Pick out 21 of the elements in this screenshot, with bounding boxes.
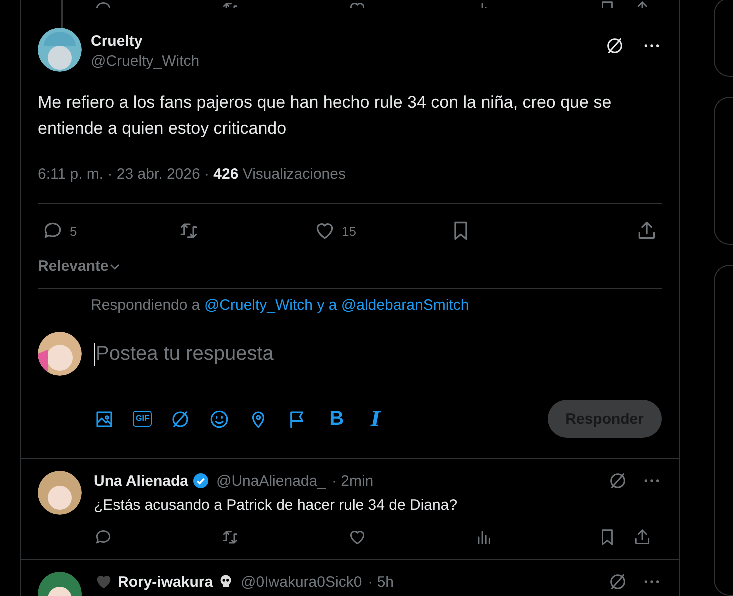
- user-handle[interactable]: @Cruelty_Witch: [91, 53, 596, 70]
- replying-to-text: Respondiendo a @Cruelty_Witch y a @aldebaranSmitch: [91, 297, 470, 314]
- user-handle[interactable]: @0Iwakura0Sick0: [241, 574, 362, 590]
- gif-icon[interactable]: GIF: [133, 411, 152, 427]
- tweet-meta: 6:11 p. m. · 23 abr. 2026 · 426 Visualizaciones: [38, 166, 347, 183]
- reply-count: 5: [70, 224, 78, 238]
- bold-icon[interactable]: B: [326, 408, 348, 430]
- reply-text: ¿Estás acusando a Patrick de hacer rule 34 de Diana?: [94, 497, 459, 514]
- post-time[interactable]: · 2min: [332, 472, 374, 490]
- tweet-text: Me refiero a los fans pajeros que han hecho rule 34 con la niña, creo que se entiende a quien estoy criticando: [38, 92, 613, 140]
- user-name[interactable]: Una Alienada: [94, 472, 188, 490]
- post-time[interactable]: · 5h: [368, 574, 394, 590]
- like-count: 15: [342, 224, 356, 238]
- italic-icon[interactable]: I: [365, 407, 386, 431]
- mention-link[interactable]: @aldebaranSmitch: [341, 297, 470, 314]
- reply-input[interactable]: Postea tu respuesta: [94, 342, 662, 366]
- user-name[interactable]: Cruelty: [91, 33, 596, 50]
- sort-dropdown[interactable]: Relevante: [38, 258, 121, 275]
- user-handle[interactable]: @UnaAlienada_: [216, 472, 326, 490]
- user-name[interactable]: Rory-iwakura: [118, 574, 214, 590]
- mention-link[interactable]: @Cruelty_Witch: [204, 297, 314, 314]
